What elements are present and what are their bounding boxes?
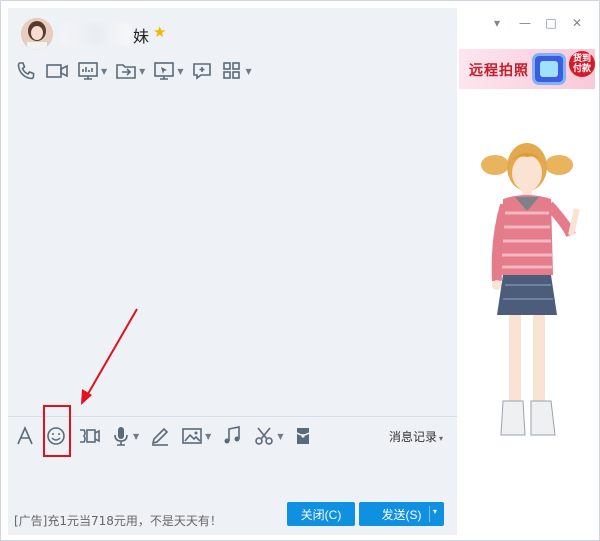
- font-icon: [17, 426, 33, 445]
- send-button[interactable]: 发送(S): [359, 502, 444, 526]
- send-options-caret-icon[interactable]: ▾: [433, 507, 437, 516]
- smartwatch-image: [532, 53, 566, 85]
- contact-name-redacted: [61, 23, 131, 45]
- close-window-button[interactable]: ✕: [567, 13, 587, 33]
- ad-banner[interactable]: 远程拍照 货到付款: [459, 49, 595, 89]
- close-button[interactable]: 关闭(C): [287, 502, 355, 526]
- input-divider: [8, 416, 457, 417]
- caret-down-icon: ▾: [439, 434, 444, 443]
- minimize-icon: —: [519, 16, 531, 30]
- show-avatar-figure[interactable]: [475, 139, 585, 445]
- contact-avatar[interactable]: [21, 18, 53, 50]
- voice-call-button[interactable]: [15, 59, 37, 83]
- add-chat-icon: [193, 63, 212, 80]
- caret-down-icon: ▼: [277, 431, 284, 441]
- video-call-icon: [46, 64, 68, 78]
- screen-share-icon: [78, 62, 98, 80]
- screen-share-button[interactable]: ▼: [77, 59, 107, 83]
- caret-down-icon: ▼: [205, 431, 212, 441]
- voice-message-button[interactable]: ▼: [111, 424, 139, 448]
- chat-message-area[interactable]: [8, 8, 457, 535]
- video-call-button[interactable]: [45, 59, 69, 83]
- remote-desktop-button[interactable]: ▼: [153, 59, 183, 83]
- chevron-down-icon: ▾: [493, 16, 501, 30]
- footer-ad-text[interactable]: [广告]充1元当718元用，不是天天有！: [14, 512, 222, 529]
- contact-name[interactable]: 妹: [133, 23, 149, 47]
- message-history-label: 消息记录: [389, 430, 438, 444]
- image-icon: [182, 428, 202, 444]
- microphone-icon: [114, 427, 128, 446]
- send-button-label: 发送(S): [381, 507, 422, 522]
- scissors-icon: [255, 427, 274, 445]
- phone-icon: [17, 62, 35, 80]
- image-button[interactable]: ▼: [181, 424, 211, 448]
- pen-icon: [152, 427, 169, 446]
- send-button-divider: [429, 506, 430, 522]
- screenshot-button[interactable]: ▼: [253, 424, 283, 448]
- music-icon: [224, 426, 241, 444]
- ad-badge: 货到付款: [569, 51, 595, 77]
- vip-star-icon[interactable]: ★: [153, 23, 166, 41]
- caret-down-icon: ▼: [177, 66, 184, 76]
- top-toolbar: ▼ ▼ ▼ ▼: [15, 58, 260, 84]
- message-history-button[interactable]: 消息记录 ▾: [389, 428, 443, 445]
- maximize-icon: □: [545, 16, 557, 30]
- ad-banner-title: 远程拍照: [469, 63, 529, 79]
- dropdown-menu-button[interactable]: ▾: [487, 13, 507, 33]
- close-icon: ✕: [571, 16, 583, 30]
- caret-down-icon: ▼: [139, 66, 146, 76]
- pen-button[interactable]: [149, 424, 171, 448]
- caret-down-icon: ▼: [133, 431, 140, 441]
- remote-desktop-icon: [154, 62, 175, 80]
- minimize-button[interactable]: —: [515, 13, 535, 33]
- annotation-arrow: [81, 308, 138, 405]
- maximize-button[interactable]: □: [541, 13, 561, 33]
- annotation-highlight-box: [43, 405, 71, 457]
- apps-grid-icon: [223, 62, 241, 79]
- caret-down-icon: ▼: [101, 66, 108, 76]
- file-transfer-button[interactable]: ▼: [115, 59, 145, 83]
- gif-icon: [80, 429, 100, 443]
- chat-window: 妹 ★ ▾ — □ ✕ ▼ ▼ ▼ ▼ 远程拍照 货到付款 ▼ ▼ ▼ 消息记录…: [0, 0, 600, 541]
- file-transfer-icon: [116, 64, 136, 79]
- hongbao-icon: [297, 428, 310, 444]
- music-button[interactable]: [221, 424, 243, 448]
- hongbao-button[interactable]: [293, 424, 313, 448]
- apps-button[interactable]: ▼: [221, 59, 252, 83]
- add-chat-button[interactable]: [191, 59, 213, 83]
- font-button[interactable]: [15, 424, 35, 448]
- gif-button[interactable]: [77, 424, 101, 448]
- caret-down-icon: ▼: [245, 66, 252, 76]
